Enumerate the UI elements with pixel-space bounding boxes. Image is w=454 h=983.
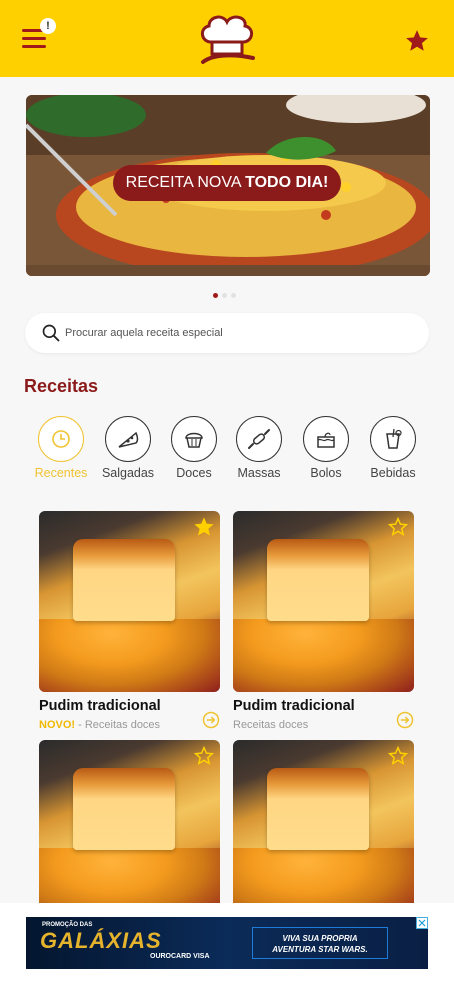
- search-input[interactable]: [65, 323, 405, 343]
- recipe-category: Receitas doces: [84, 719, 161, 731]
- arrow-right-circle-icon[interactable]: [201, 710, 221, 730]
- recipe-image: [233, 511, 414, 692]
- section-title: Receitas: [24, 376, 99, 396]
- drink-glass-icon: [386, 428, 402, 449]
- banner-label-text: RECEITA NOVA: [125, 174, 246, 191]
- recipe-meta: NOVO! - Receitas doces: [39, 719, 199, 731]
- ad-sub-text: OUROCARD VISA: [150, 953, 210, 960]
- banner-label: RECEITA NOVA TODO DIA!: [113, 165, 341, 201]
- top-app-bar: !: [0, 0, 454, 77]
- category-recentes[interactable]: Recentes: [31, 416, 91, 484]
- pudim-shape: [73, 539, 175, 621]
- plate-shape: [233, 619, 414, 692]
- ad-banner[interactable]: PROMOÇÃO DAS GALÁXIAS OUROCARD VISA VIVA…: [26, 917, 428, 969]
- hamburger-icon-line: [22, 45, 46, 48]
- notification-badge: !: [40, 18, 56, 34]
- pudim-shape: [73, 768, 175, 850]
- page-dot-active[interactable]: [213, 293, 218, 298]
- page-dot[interactable]: [222, 293, 227, 298]
- pudim-shape: [267, 768, 369, 850]
- banner-label-emphasis: TODO DIA!: [245, 174, 329, 191]
- favorite-star-outline-icon[interactable]: [388, 517, 408, 537]
- ad-promo-box: VIVA SUA PROPRIA AVENTURA STAR WARS.: [252, 927, 388, 959]
- favorites-star-icon[interactable]: [404, 28, 430, 54]
- banner-page-indicator: [213, 293, 243, 299]
- recipe-image: [39, 511, 220, 692]
- search-icon: [42, 324, 60, 342]
- muffin-icon: [185, 432, 203, 448]
- ad-close-icon[interactable]: [416, 917, 428, 929]
- page-dot[interactable]: [231, 293, 236, 298]
- pudim-shape: [267, 539, 369, 621]
- ad-promo-line: VIVA SUA PROPRIA: [282, 934, 358, 943]
- recipe-title: Pudim tradicional: [233, 698, 355, 714]
- rolling-pin-icon: [248, 429, 270, 449]
- chef-hat-logo: [201, 15, 255, 64]
- category-salgadas[interactable]: Salgadas: [98, 416, 158, 484]
- category-massas[interactable]: Massas: [229, 416, 289, 484]
- hamburger-icon-line: [22, 37, 46, 40]
- arrow-right-circle-icon[interactable]: [395, 710, 415, 730]
- meta-separator: -: [75, 719, 85, 731]
- category-label: Bebidas: [370, 466, 416, 480]
- cake-icon: [317, 432, 335, 448]
- ad-container: PROMOÇÃO DAS GALÁXIAS OUROCARD VISA VIVA…: [0, 903, 454, 983]
- plate-shape: [39, 619, 220, 692]
- category-bebidas[interactable]: Bebidas: [363, 416, 423, 484]
- category-doces[interactable]: Doces: [164, 416, 224, 484]
- recipe-title: Pudim tradicional: [39, 698, 161, 714]
- favorite-star-outline-icon[interactable]: [388, 746, 408, 766]
- category-bolos[interactable]: Bolos: [296, 416, 356, 484]
- search-bar[interactable]: [25, 313, 429, 353]
- pizza-slice-icon: [118, 431, 139, 448]
- new-badge: NOVO!: [39, 719, 76, 731]
- recipe-image: [39, 740, 220, 921]
- ad-brand-text: GALÁXIAS: [40, 928, 162, 953]
- clock-icon: [52, 430, 70, 448]
- favorite-star-filled-icon[interactable]: [194, 517, 214, 537]
- ad-promo-line: AVENTURA STAR WARS.: [272, 945, 368, 954]
- recipe-category: Receitas doces: [233, 719, 309, 731]
- recipe-image: [233, 740, 414, 921]
- recipe-meta: Receitas doces: [233, 719, 393, 731]
- favorite-star-outline-icon[interactable]: [194, 746, 214, 766]
